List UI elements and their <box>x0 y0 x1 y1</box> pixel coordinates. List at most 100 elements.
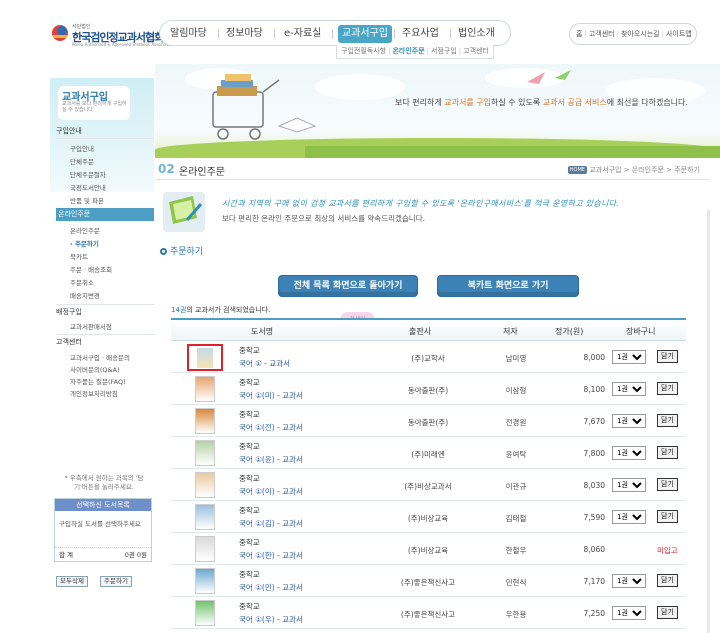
quantity-select[interactable]: 1권 <box>612 606 646 620</box>
sidebar-group-purchase-guide[interactable]: 구입안내 <box>56 126 82 136</box>
book-price: 7,250 <box>583 609 605 618</box>
book-title-link[interactable]: 국어 ①(민) - 교과서 <box>239 582 303 593</box>
add-to-cart-button[interactable]: 담기 <box>657 414 678 427</box>
sidebar-description: 교과서를 보다 편리하게 구입하실 수 있습니다. <box>62 101 127 113</box>
book-cover-thumbnail-selected[interactable] <box>187 344 223 371</box>
add-to-cart-button[interactable]: 담기 <box>657 606 678 619</box>
selected-books-empty-message: 구입하실 도서를 선택하주세요 <box>59 520 141 528</box>
gnb-info[interactable]: 정보마당 <box>226 26 263 42</box>
book-title-link[interactable]: 국어 ①(미) - 교과서 <box>239 390 303 401</box>
subnav-bookstore[interactable]: 서점구입 <box>431 47 457 55</box>
sidebar-item-order-tracking[interactable]: 주문 · 배송조회 <box>70 264 112 274</box>
util-sitemap[interactable]: 사이트맵 <box>666 30 692 38</box>
site-logo[interactable]: 사단법인 한국검인정교과서협회 Korea Authorized & Appro… <box>50 22 174 48</box>
sidebar-item-purchase-guide[interactable]: 구입안내 <box>70 143 94 153</box>
quantity-select[interactable]: 1권 <box>612 350 646 364</box>
book-cover-thumbnail[interactable] <box>195 536 215 562</box>
add-to-cart-button[interactable]: 담기 <box>657 446 678 459</box>
book-cover-thumbnail[interactable] <box>195 472 215 498</box>
book-title-link[interactable]: 국어 ①(이) - 교과서 <box>239 486 303 497</box>
table-row: 중학교 국어 ① - 교과서 (주)교학사 남미영 8,000 1권 담기 <box>171 341 686 373</box>
util-home[interactable]: 홈 <box>576 30 582 38</box>
book-cover-thumbnail[interactable] <box>195 504 215 530</box>
book-school-level: 중학교 <box>239 602 260 611</box>
book-price: 8,060 <box>583 545 605 554</box>
book-author: 이관규 <box>505 482 527 491</box>
subnav-must-read[interactable]: 구입전필독사항 <box>341 47 386 55</box>
sub-nav: 구입전필독사항 | 온라인주문 | 서점구입 | 고객센터 <box>336 45 494 59</box>
book-title-link[interactable]: 국어 ①(윤) - 교과서 <box>239 454 303 465</box>
book-title-link[interactable]: 국어 ①(우) - 교과서 <box>239 614 303 625</box>
sidebar-item-national-books[interactable]: 국정도서안내 <box>70 182 106 192</box>
hero-book-cart-illustration <box>212 74 317 140</box>
quantity-select[interactable]: 1권 <box>612 414 646 428</box>
gnb-about[interactable]: 법인소개 <box>458 26 495 42</box>
back-to-list-button[interactable]: 전체 목록 화면으로 돌아가기 <box>278 275 418 297</box>
book-cover-thumbnail[interactable] <box>195 408 215 434</box>
sidebar-item-order-cancel[interactable]: 주문취소 <box>70 277 94 287</box>
util-customer-center[interactable]: 고객센터 <box>589 30 615 38</box>
book-publisher: (주)비상교육 <box>407 546 449 555</box>
add-to-cart-button[interactable]: 담기 <box>657 478 678 491</box>
sidebar-group-online-order[interactable]: 온라인주문 <box>56 208 154 221</box>
global-nav: 알림마당 정보마당 e-자료실 교과서구입 주요사업 법인소개 <box>159 20 511 46</box>
sidebar-item-change-address[interactable]: 배송지변경 <box>70 290 100 300</box>
subnav-customer-center[interactable]: 고객센터 <box>463 47 489 55</box>
book-title-link[interactable]: 국어 ①(한) - 교과서 <box>239 550 303 561</box>
logo-mark-icon <box>52 25 68 41</box>
section-heading: 주문하기 <box>160 244 203 257</box>
book-price: 8,000 <box>583 353 605 362</box>
book-cover-thumbnail[interactable] <box>195 600 215 626</box>
book-title-link[interactable]: 국어 ① - 교과서 <box>239 358 290 369</box>
quantity-select[interactable]: 1권 <box>612 382 646 396</box>
intro-headline: 시간과 지역의 구애 없이 검정 교과서를 편리하게 구입할 수 있도록 '온라… <box>222 199 620 208</box>
book-cover-thumbnail[interactable] <box>195 440 215 466</box>
quantity-select[interactable]: 1권 <box>612 478 646 492</box>
gnb-separator <box>332 29 333 39</box>
sidebar-item-group-order-process[interactable]: 단체주문절차 <box>70 169 106 179</box>
sidebar-item-returns[interactable]: 반품 및 파본 <box>70 195 104 205</box>
sidebar-item-faq[interactable]: 자주묻는 질문(FAQ) <box>70 376 126 386</box>
add-to-cart-button[interactable]: 담기 <box>657 382 678 395</box>
sidebar-group-customer-center[interactable]: 고객센터 <box>56 337 82 347</box>
page-scrollbar[interactable] <box>707 210 710 633</box>
book-publisher: (주)미래엔 <box>411 450 445 459</box>
util-directions[interactable]: 찾아오시는길 <box>621 30 660 38</box>
gnb-textbook-purchase[interactable]: 교과서구입 <box>338 25 392 43</box>
sidebar-group-assigned-purchase[interactable]: 배정구입 <box>56 307 82 317</box>
add-to-cart-button[interactable]: 담기 <box>657 574 678 587</box>
quantity-select[interactable]: 1권 <box>612 574 646 588</box>
sidebar-item-privacy[interactable]: 개인정보처리방침 <box>70 388 118 398</box>
delete-all-button[interactable]: 모두삭제 <box>56 576 88 587</box>
book-title-link[interactable]: 국어 ①(김) - 교과서 <box>239 518 303 529</box>
quantity-select[interactable]: 1권 <box>612 446 646 460</box>
subnav-online-order[interactable]: 온라인주문 <box>392 47 424 55</box>
sidebar-item-online-order[interactable]: 온라인주문 <box>70 225 100 235</box>
bullet-icon <box>160 248 167 255</box>
selected-books-total-value: 0권 0원 <box>124 551 147 559</box>
add-to-cart-button[interactable]: 담기 <box>657 510 678 523</box>
sidebar-item-book-cart[interactable]: 북카트 <box>70 251 88 261</box>
sidebar-item-qna[interactable]: 사이버문의(Q&A) <box>70 364 120 374</box>
sidebar-item-group-order[interactable]: 단체주문 <box>70 156 94 166</box>
quantity-select[interactable]: 1권 <box>612 510 646 524</box>
sidebar-item-bookstores[interactable]: 교과서판매서점 <box>70 321 112 331</box>
book-cover-thumbnail[interactable] <box>195 568 215 594</box>
table-row: 중학교 국어 ①(윤) - 교과서 (주)미래엔 윤여탁 7,800 1권 담기 <box>171 437 686 469</box>
sidebar-item-place-order[interactable]: › 주문하기 <box>70 238 99 248</box>
go-to-cart-button[interactable]: 북카트 화면으로 가기 <box>437 275 579 297</box>
sidebar-item-purchase-inquiry[interactable]: 교과서구입 · 배송문의 <box>70 352 130 362</box>
book-title-link[interactable]: 국어 ①(전) - 교과서 <box>239 422 303 433</box>
gnb-notice[interactable]: 알림마당 <box>170 26 207 42</box>
breadcrumb-home-badge[interactable]: HOME <box>567 166 587 174</box>
sidebar-order-button[interactable]: 주문하기 <box>100 576 132 587</box>
textbook-table: 도서명 출판사 저자 정가(원) 장바구니 중학교 국어 ① - 교과서 (주)교학… <box>171 318 686 629</box>
table-row: 중학교 국어 ①(미) - 교과서 동아출판(주) 이삼형 8,100 1권 담기 <box>171 373 686 405</box>
column-title: 도서명 <box>251 327 274 336</box>
add-to-cart-button[interactable]: 담기 <box>657 350 678 363</box>
book-cover-thumbnail[interactable] <box>195 376 215 402</box>
book-school-level: 중학교 <box>239 378 260 387</box>
page-title-number: 02 <box>158 162 175 176</box>
gnb-e-archive[interactable]: e-자료실 <box>284 26 321 42</box>
gnb-main-business[interactable]: 주요사업 <box>402 26 439 42</box>
